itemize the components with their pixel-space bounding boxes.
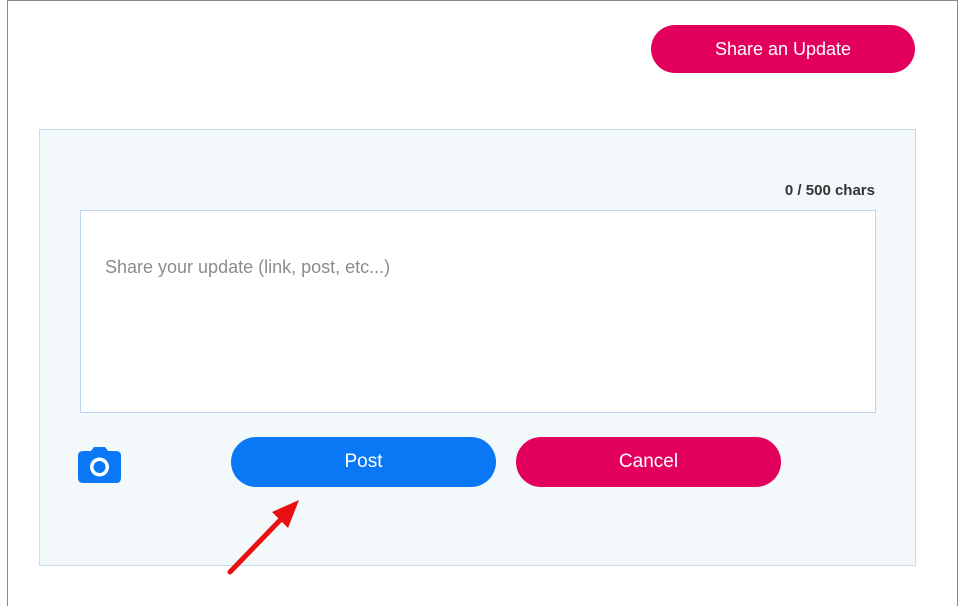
camera-icon[interactable] <box>78 447 121 483</box>
cancel-button[interactable]: Cancel <box>516 437 781 487</box>
update-textarea[interactable] <box>80 210 876 413</box>
character-counter: 0 / 500 chars <box>784 182 875 199</box>
share-update-button[interactable]: Share an Update <box>651 25 915 73</box>
update-composer-panel: 0 / 500 chars Post Cancel <box>39 129 916 566</box>
post-button[interactable]: Post <box>231 437 496 487</box>
